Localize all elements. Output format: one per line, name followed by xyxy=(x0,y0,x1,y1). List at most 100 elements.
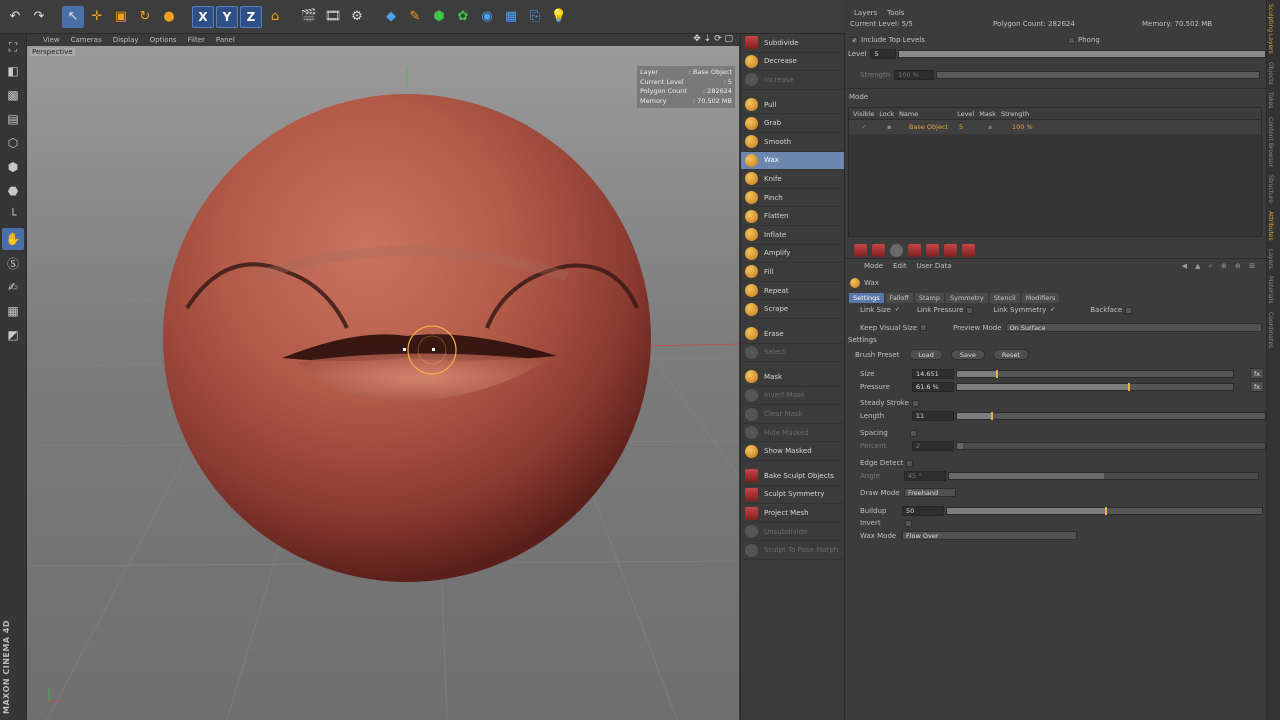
buildup-slider[interactable] xyxy=(946,507,1263,515)
side-tab-objects[interactable]: Objects xyxy=(1267,58,1274,89)
redo-icon[interactable]: ↷ xyxy=(28,6,50,28)
percent-field[interactable]: 2 xyxy=(911,441,954,451)
side-tab-layers[interactable]: Layers xyxy=(1267,245,1274,273)
viewport-scene[interactable] xyxy=(27,46,739,720)
camera-icon[interactable]: ⎘ xyxy=(524,6,546,28)
palette-item-mask[interactable]: Mask xyxy=(741,368,844,387)
palette-item-repeat[interactable]: Repeat xyxy=(741,282,844,301)
palette-item-subdivide[interactable]: Subdivide xyxy=(741,34,844,53)
render-view-icon[interactable]: 🎬 xyxy=(298,6,320,28)
planar-workplane-icon[interactable]: ◩ xyxy=(2,324,24,346)
save-button[interactable]: Save xyxy=(950,349,985,360)
x-axis-button[interactable]: X xyxy=(192,5,214,28)
lock-workplane-icon[interactable]: ▦ xyxy=(2,300,24,322)
texture-mode-icon[interactable]: ▩ xyxy=(2,84,24,106)
side-tab-takes[interactable]: Takes xyxy=(1267,88,1274,112)
palette-item-knife[interactable]: Knife xyxy=(741,170,844,189)
perspective-viewport[interactable]: Perspective Layer: Base Object Current Le… xyxy=(27,46,739,720)
model-mode-icon[interactable]: ◧ xyxy=(2,60,24,82)
render-settings-icon[interactable]: ⚙ xyxy=(346,6,368,28)
recent-tool-icon[interactable]: ● xyxy=(158,6,180,28)
copy-layer-icon[interactable] xyxy=(926,243,939,257)
rotate-tool-icon[interactable]: ↻ xyxy=(134,6,156,28)
col-mask[interactable]: Mask xyxy=(979,110,996,118)
level-field[interactable]: 5 xyxy=(870,49,896,59)
level-slider[interactable] xyxy=(897,50,1266,58)
reset-button[interactable]: Reset xyxy=(992,349,1029,360)
lock-toggle[interactable]: ▪ xyxy=(887,123,905,131)
palette-item-decrease[interactable]: Decrease xyxy=(741,53,844,72)
z-axis-button[interactable]: Z xyxy=(240,5,262,28)
side-tab-materials[interactable]: Materials xyxy=(1267,272,1274,308)
strength-slider[interactable] xyxy=(936,71,1261,79)
palette-item-increase[interactable]: Increase xyxy=(741,71,844,90)
col-lock[interactable]: Lock xyxy=(879,110,894,118)
link-size-checkbox[interactable]: ✓ xyxy=(894,306,901,314)
side-tab-attributes[interactable]: Attributes xyxy=(1267,207,1274,245)
attr-menu-mode[interactable]: Mode xyxy=(864,262,883,270)
palette-item-flatten[interactable]: Flatten xyxy=(741,207,844,226)
layers-menu-tools[interactable]: Tools xyxy=(887,9,904,17)
link-pressure-checkbox[interactable] xyxy=(966,306,974,314)
axis-mode-icon[interactable]: └ xyxy=(2,204,24,226)
tab-stencil[interactable]: Stencil xyxy=(989,293,1020,303)
draw-mode-dropdown[interactable]: Freehand xyxy=(904,488,956,497)
invert-checkbox[interactable] xyxy=(905,519,912,527)
clear-layer-icon[interactable] xyxy=(962,243,975,257)
side-tab-content-browser[interactable]: Content Browser xyxy=(1267,113,1274,171)
tab-settings[interactable]: Settings xyxy=(849,293,884,303)
viewport-menu-options[interactable]: Options xyxy=(150,36,177,44)
palette-item-pinch[interactable]: Pinch xyxy=(741,189,844,208)
palette-item-smooth[interactable]: Smooth xyxy=(741,133,844,152)
pressure-slider[interactable] xyxy=(956,382,1234,391)
viewport-navigation-icons[interactable]: ✥ ⇣ ⟳ ▢ xyxy=(693,34,733,44)
pen-spline-icon[interactable]: ✎ xyxy=(404,6,426,28)
palette-item-scrape[interactable]: Scrape xyxy=(741,300,844,319)
col-visible[interactable]: Visible xyxy=(853,110,874,118)
scale-tool-icon[interactable]: ▣ xyxy=(110,6,132,28)
subdivision-surface-icon[interactable]: ⬢ xyxy=(428,6,450,28)
move-tool-icon[interactable]: ✛ xyxy=(86,6,108,28)
link-symmetry-checkbox[interactable]: ✓ xyxy=(1049,306,1056,314)
palette-item-hide-masked[interactable]: Hide Masked xyxy=(741,424,844,443)
include-top-levels-checkbox[interactable]: ✓ xyxy=(851,36,858,44)
palette-item-bake-sculpt-objects[interactable]: Bake Sculpt Objects xyxy=(741,467,844,486)
palette-item-unsubdivide[interactable]: Unsubdivide xyxy=(741,523,844,542)
palette-item-inflate[interactable]: Inflate xyxy=(741,226,844,245)
layers-menu-layers[interactable]: Layers xyxy=(854,9,877,17)
viewport-menu-view[interactable]: View xyxy=(43,36,60,44)
keep-visual-size-checkbox[interactable] xyxy=(920,324,928,331)
layer-mask[interactable]: ▪ xyxy=(988,123,1008,131)
palette-item-wax[interactable]: Wax xyxy=(741,151,844,171)
tab-falloff[interactable]: Falloff xyxy=(885,293,913,303)
palette-item-amplify[interactable]: Amplify xyxy=(741,245,844,264)
preview-mode-dropdown[interactable]: On Surface xyxy=(1005,323,1262,332)
points-mode-icon[interactable]: ⬡ xyxy=(2,132,24,154)
palette-item-show-masked[interactable]: Show Masked xyxy=(741,442,844,462)
viewport-menu-filter[interactable]: Filter xyxy=(188,36,205,44)
palette-item-sculpt-to-pose-morph[interactable]: Sculpt To Pose Morph xyxy=(741,541,844,561)
snap-icon[interactable]: Ⓢ xyxy=(2,252,24,274)
angle-field[interactable]: 45 ° xyxy=(904,471,946,481)
edge-detect-checkbox[interactable] xyxy=(906,459,914,467)
length-slider[interactable] xyxy=(955,412,1266,420)
size-field[interactable]: 14.651 xyxy=(912,368,954,379)
layer-name[interactable]: Base Object xyxy=(909,123,955,131)
percent-slider[interactable] xyxy=(955,442,1266,450)
side-tab-structure[interactable]: Structure xyxy=(1267,171,1274,207)
palette-item-project-mesh[interactable]: Project Mesh xyxy=(741,504,844,523)
floor-scene-icon[interactable]: ▦ xyxy=(500,6,522,28)
undo-icon[interactable]: ↶ xyxy=(4,6,26,28)
polygons-mode-icon[interactable]: ⬣ xyxy=(2,180,24,202)
select-tool-icon[interactable]: ↖ xyxy=(62,5,84,28)
add-folder-icon[interactable] xyxy=(872,243,885,257)
palette-item-fill[interactable]: Fill xyxy=(741,263,844,282)
palette-item-clear-mask[interactable]: Clear Mask xyxy=(741,405,844,424)
viewport-menu-cameras[interactable]: Cameras xyxy=(71,36,102,44)
wax-mode-dropdown[interactable]: Flow Over xyxy=(902,531,1077,540)
cube-object-icon[interactable]: ◆ xyxy=(380,6,402,28)
size-slider[interactable] xyxy=(956,369,1234,378)
coordinate-system-icon[interactable]: ⌂ xyxy=(264,6,286,28)
palette-item-sculpt-symmetry[interactable]: Sculpt Symmetry xyxy=(741,486,844,505)
delete-layer-icon[interactable] xyxy=(944,243,957,257)
